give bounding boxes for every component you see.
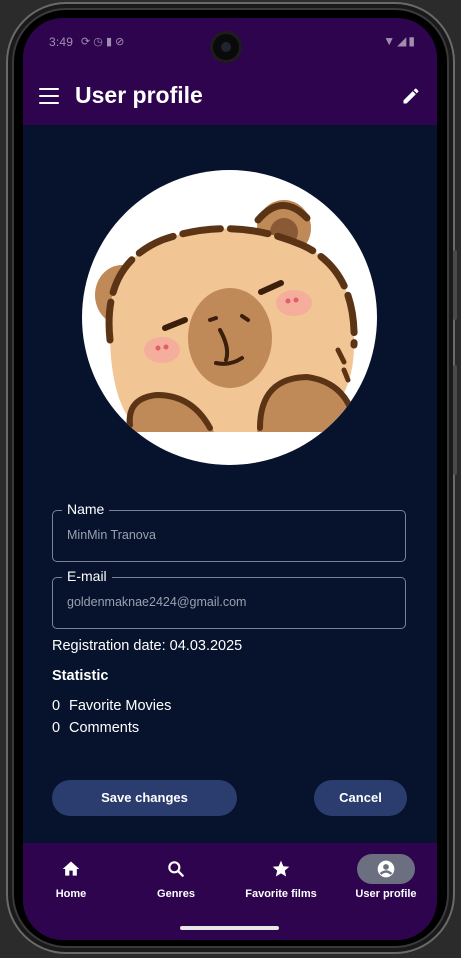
signal-icon: ◢ — [397, 34, 409, 48]
app-screen: 3:49 ⟳ ◷ ▮ ⊘ ▼◢▮ User profile Name MinMi… — [23, 18, 437, 940]
nav-home[interactable]: Home — [23, 843, 121, 913]
status-icons-right: ▼◢▮ — [383, 34, 417, 48]
save-changes-button[interactable]: Save changes — [52, 780, 237, 816]
battery-icon: ▮ — [408, 34, 417, 48]
status-sync-icon: ⟳ — [81, 36, 91, 48]
nav-label: Home — [55, 888, 87, 900]
nav-user-profile[interactable]: User profile — [336, 843, 436, 913]
star-icon — [272, 860, 290, 877]
nav-label: User profile — [355, 888, 417, 900]
status-sim-icon: ▮ — [105, 36, 113, 48]
page-title: User profile — [75, 82, 203, 108]
name-input[interactable] — [67, 528, 387, 542]
registration-date: Registration date: 04.03.2025 — [52, 638, 243, 654]
edit-icon[interactable] — [401, 86, 421, 106]
account-icon — [377, 860, 395, 878]
status-clock-icon: ◷ — [93, 36, 103, 48]
stat-comments: 0 Comments — [52, 720, 139, 736]
nav-label: Favorite films — [245, 888, 317, 900]
status-block-icon: ⊘ — [115, 36, 125, 48]
gesture-home-bar[interactable] — [180, 926, 279, 930]
nav-genres[interactable]: Genres — [126, 843, 226, 913]
nav-label: Genres — [157, 888, 195, 900]
nav-favorite-films[interactable]: Favorite films — [231, 843, 331, 913]
menu-icon[interactable] — [39, 88, 59, 105]
bottom-navigation: Home Genres Favorite films User profile — [23, 843, 437, 940]
status-icons-left: ⟳ ◷ ▮ ⊘ — [81, 35, 124, 48]
power-button — [453, 365, 457, 475]
status-bar: 3:49 ⟳ ◷ ▮ ⊘ ▼◢▮ — [23, 18, 437, 68]
statistic-title: Statistic — [52, 668, 109, 684]
capybara-avatar-image — [95, 200, 358, 432]
stat-label: Comments — [69, 720, 140, 736]
email-field-label: E-mail — [62, 568, 112, 584]
name-field-label: Name — [62, 501, 110, 517]
wifi-icon: ▼ — [383, 34, 398, 48]
name-field[interactable]: Name — [52, 501, 406, 562]
email-field[interactable]: E-mail — [52, 568, 406, 629]
email-input[interactable] — [67, 595, 387, 609]
status-time: 3:49 — [49, 35, 74, 49]
stat-label: Favorite Movies — [69, 698, 172, 714]
search-icon — [168, 861, 184, 877]
stat-count: 0 — [52, 720, 61, 736]
volume-button — [453, 250, 457, 320]
front-camera — [213, 34, 239, 60]
stat-favorite-movies: 0 Favorite Movies — [52, 698, 171, 714]
top-app-bar: User profile — [23, 68, 437, 125]
home-icon — [62, 861, 80, 876]
profile-avatar[interactable] — [82, 170, 377, 465]
cancel-button[interactable]: Cancel — [314, 780, 407, 816]
stat-count: 0 — [52, 698, 61, 714]
